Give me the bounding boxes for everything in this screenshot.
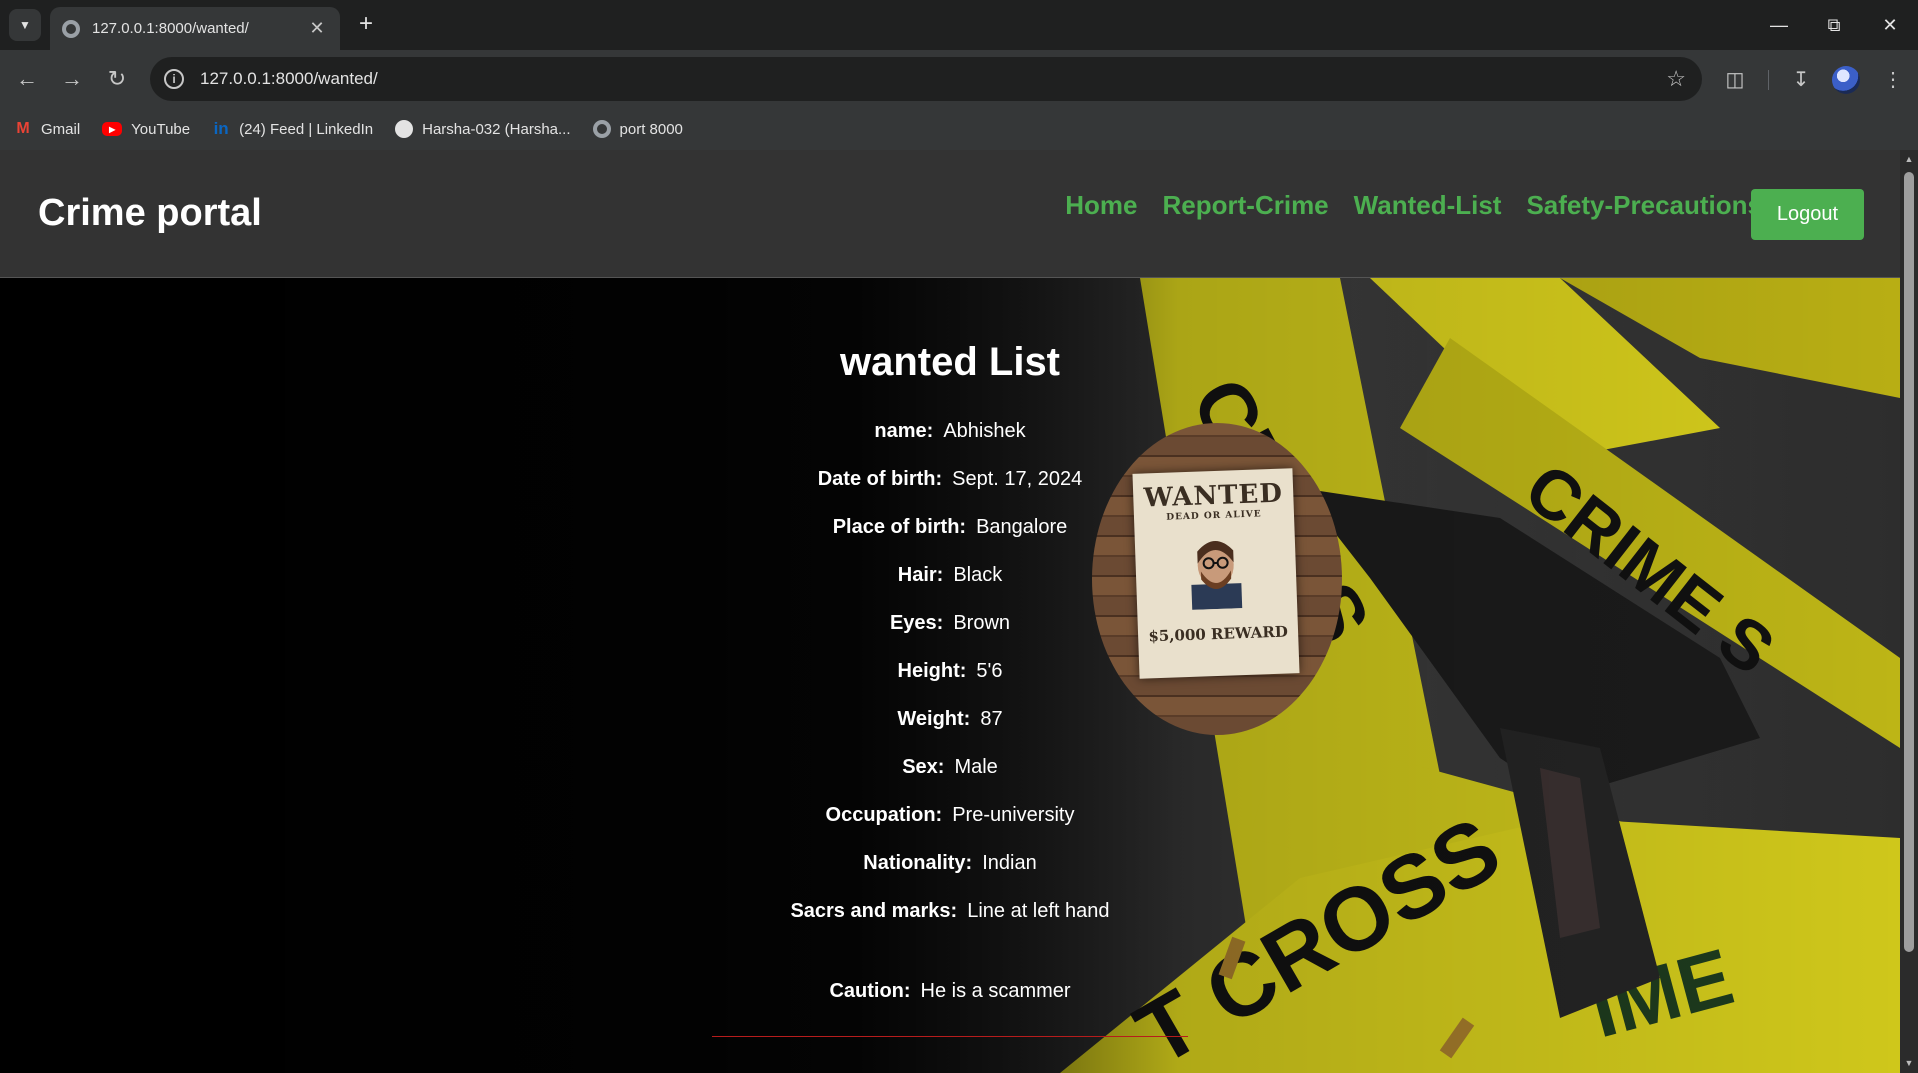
profile-avatar[interactable] [1832,66,1860,94]
field-occupation: Occupation: Pre-university [700,804,1200,827]
field-label: Place of birth: [832,516,967,538]
field-label: Caution: [829,980,911,1002]
field-value: Bangalore [976,516,1068,538]
url-text: 127.0.0.1:8000/wanted/ [200,69,378,88]
field-value: 87 [980,708,1003,730]
nav-menu: Home Report-Crime Wanted-List Safety-Pre… [1040,190,1762,221]
bookmark-port-8000[interactable]: port 8000 [592,120,683,138]
bookmark-star-icon[interactable]: ☆ [1666,66,1686,92]
tab-title: 127.0.0.1:8000/wanted/ [92,20,249,37]
browser-toolbar: ← → ↻ i 127.0.0.1:8000/wanted/ ☆ ◫ ↧ ⋮ [0,50,1918,108]
field-label: name: [874,420,934,442]
field-scars-and-marks: Sacrs and marks: Line at left hand [700,900,1200,923]
field-value: Brown [953,612,1011,634]
bookmark-label: port 8000 [619,120,683,138]
bookmark-linkedin[interactable]: in (24) Feed | LinkedIn [212,119,374,138]
field-label: Sex: [902,756,945,778]
info-icon[interactable]: i [164,69,184,89]
suspect-face-icon [1179,528,1252,610]
suspect-photo: WANTED DEAD OR ALIVE $5,000 REWARD [1092,423,1342,735]
bookmark-label: (24) Feed | LinkedIn [239,120,374,138]
field-label: Date of birth: [817,468,943,490]
restore-button[interactable]: ⧉ [1806,0,1862,50]
nav-link-home[interactable]: Home [1065,190,1137,221]
address-bar[interactable]: i 127.0.0.1:8000/wanted/ ☆ [150,57,1702,101]
nav-link-report-crime[interactable]: Report-Crime [1163,190,1329,221]
bookmark-youtube[interactable]: ▶ YouTube [102,121,190,138]
page-viewport: Crime portal Home Report-Crime Wanted-Li… [0,150,1900,1073]
field-value: Indian [982,852,1037,874]
site-brand: Crime portal [38,192,262,234]
reload-button[interactable]: ↻ [100,62,134,96]
chevron-down-icon: ▼ [19,18,31,32]
field-name: name: Abhishek [700,420,1200,443]
logout-button[interactable]: Logout [1751,189,1864,240]
field-weight: Weight: 87 [700,708,1200,731]
bookmarks-bar: M Gmail ▶ YouTube in (24) Feed | LinkedI… [0,108,1918,150]
bookmark-github[interactable]: Harsha-032 (Harsha... [395,120,571,138]
close-window-button[interactable]: ✕ [1862,0,1918,50]
site-navbar: Crime portal Home Report-Crime Wanted-Li… [0,150,1900,278]
field-label: Sacrs and marks: [790,900,958,922]
tab-strip: ▼ 127.0.0.1:8000/wanted/ ✕ + — ⧉ ✕ [0,0,1918,50]
bookmark-label: YouTube [131,120,191,138]
menu-kebab-icon[interactable]: ⋮ [1876,62,1910,96]
scroll-up-arrow[interactable]: ▲ [1904,154,1914,164]
new-tab-button[interactable]: + [352,10,380,38]
extensions-icon[interactable]: ◫ [1718,62,1752,96]
field-label: Weight: [897,708,971,730]
browser-tab[interactable]: 127.0.0.1:8000/wanted/ ✕ [50,7,340,50]
field-label: Eyes: [889,612,944,634]
close-icon[interactable]: ✕ [306,18,328,39]
nav-link-wanted-list[interactable]: Wanted-List [1354,190,1502,221]
field-value: Black [953,564,1003,586]
section-divider [712,1036,1188,1037]
field-value: 5'6 [976,660,1003,682]
field-label: Nationality: [863,852,973,874]
github-icon [395,120,414,138]
field-label: Height: [897,660,967,682]
field-label: Occupation: [825,804,943,826]
field-sex: Sex: Male [700,756,1200,779]
bookmark-gmail[interactable]: M Gmail [14,120,80,138]
page-title: wanted List [839,340,1061,384]
download-icon[interactable]: ↧ [1784,62,1818,96]
minimize-button[interactable]: — [1751,0,1807,50]
hero-section: CROSS CRIME S T CROSS IME wanted List na… [0,278,1900,1073]
gmail-icon: M [16,120,30,137]
field-value: Pre-university [952,804,1075,826]
field-caution: Caution: He is a scammer [700,980,1200,1003]
field-value: Sept. 17, 2024 [952,468,1083,490]
globe-icon [592,120,611,138]
globe-icon [62,19,80,38]
back-button[interactable]: ← [10,62,44,96]
page-scrollbar[interactable]: ▲ ▼ [1900,150,1918,1073]
bookmark-label: Gmail [41,120,81,138]
field-value: Abhishek [943,420,1026,442]
bookmark-label: Harsha-032 (Harsha... [422,120,571,138]
scrollbar-thumb[interactable] [1904,172,1914,952]
field-value: Line at left hand [967,900,1110,922]
tab-search-button[interactable]: ▼ [9,9,41,41]
poster-reward: $5,000 REWARD [1148,622,1289,646]
forward-button[interactable]: → [55,62,89,96]
field-nationality: Nationality: Indian [700,852,1200,875]
field-value: He is a scammer [920,980,1071,1002]
field-label: Hair: [897,564,944,586]
nav-link-safety-precautions[interactable]: Safety-Precautions [1526,190,1762,221]
wanted-poster: WANTED DEAD OR ALIVE $5,000 REWARD [1132,468,1300,679]
scroll-down-arrow[interactable]: ▼ [1904,1058,1914,1068]
youtube-icon: ▶ [102,122,123,136]
field-value: Male [954,756,998,778]
poster-heading: WANTED [1143,478,1284,514]
toolbar-divider [1768,70,1769,90]
linkedin-icon: in [213,119,229,138]
